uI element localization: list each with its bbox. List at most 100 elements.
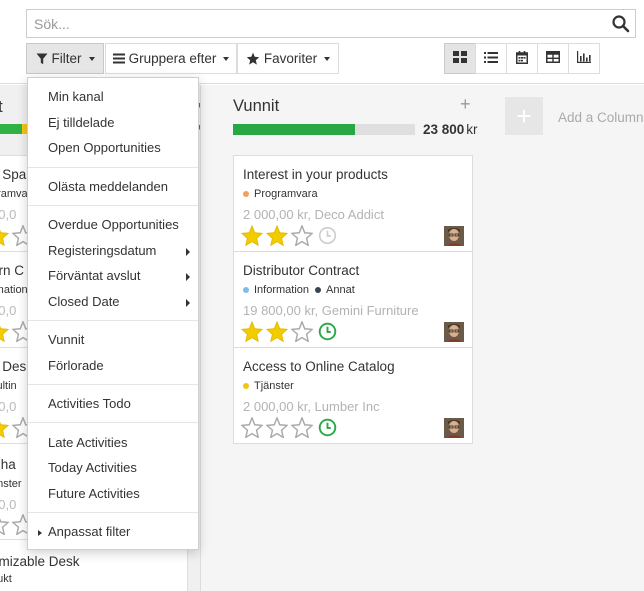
graph-view-button[interactable] (568, 43, 600, 74)
filter-item-forlorade[interactable]: Förlorade (28, 355, 198, 377)
favorites-button-label: Favoriter (263, 51, 318, 66)
filter-item-future-activities[interactable]: Future Activities (28, 483, 198, 505)
filter-item-label: Registeringsdatum (48, 243, 157, 258)
custom-filter-toggle[interactable]: Anpassat filter (28, 521, 198, 543)
card-title: n Spa (0, 167, 27, 182)
priority-stars[interactable] (241, 321, 337, 342)
card-tag: Programvara (254, 188, 318, 200)
filter-item-label: Closed Date (48, 294, 120, 309)
caret-right-icon (38, 530, 42, 536)
groupby-button-label: Gruppera efter (128, 51, 217, 66)
graph-icon (577, 51, 591, 66)
kanban-icon (453, 51, 467, 66)
star-icon[interactable] (0, 321, 9, 342)
add-column-label[interactable]: Add a Column (558, 110, 644, 125)
chevron-down-icon (88, 56, 95, 61)
filter-item-overdue-opportunities[interactable]: Overdue Opportunities (28, 214, 198, 236)
avatar[interactable] (444, 226, 464, 246)
column-title-fragment: t (0, 97, 3, 117)
avatar[interactable] (444, 322, 464, 342)
card-title: Cha (0, 457, 16, 472)
card-tag: Tjänster (254, 380, 294, 392)
progress-bar-fill (233, 124, 355, 135)
card-amount: 2 000,00 kr, Deco Addict (243, 207, 384, 222)
card-title: Interest in your products (243, 167, 388, 182)
clock-icon[interactable] (318, 322, 337, 341)
menu-divider (28, 422, 198, 423)
calendar-view-button[interactable] (506, 43, 538, 74)
star-outline-icon[interactable] (0, 514, 9, 535)
kanban-card[interactable]: Interest in your products Programvara 2 … (233, 155, 473, 252)
card-tags: Programvara (243, 188, 324, 200)
filter-button[interactable]: Filter (26, 43, 104, 74)
star-icon[interactable] (0, 225, 9, 246)
card-amount: 00,0 (0, 207, 17, 222)
filter-icon (36, 53, 48, 65)
filter-dropdown-menu: Min kanal Ej tilldelade Open Opportuniti… (27, 77, 199, 550)
card-amount: 19 800,00 kr, Gemini Furniture (243, 303, 419, 318)
card-tag: Annat (326, 284, 355, 296)
progress-bar-fragment (0, 124, 22, 134)
tag-dot (243, 287, 249, 293)
priority-stars[interactable] (241, 225, 337, 246)
star-outline-icon[interactable] (241, 417, 263, 438)
star-icon[interactable] (266, 321, 288, 342)
filter-item-forvantat-avslut[interactable]: Förväntat avslut (28, 265, 198, 287)
clock-icon[interactable] (318, 418, 337, 437)
search-icon[interactable] (611, 14, 631, 34)
filter-item-activities-todo[interactable]: Activities Todo (28, 393, 198, 415)
avatar[interactable] (444, 418, 464, 438)
filter-item-registeringsdatum[interactable]: Registeringsdatum (28, 240, 198, 262)
column-total-unit: kr (466, 122, 478, 137)
filter-item-open-opportunities[interactable]: Open Opportunities (28, 137, 198, 159)
chevron-right-icon (186, 248, 190, 256)
column-progress-bar[interactable] (233, 124, 415, 135)
control-panel: Filter Gruppera efter Favoriter (0, 0, 644, 84)
kanban-view-button[interactable] (444, 43, 476, 74)
menu-divider (28, 512, 198, 513)
star-icon[interactable] (241, 225, 263, 246)
search-input[interactable] (27, 10, 605, 37)
card-title: Access to Online Catalog (243, 359, 395, 374)
card-tags: Tjänster (243, 380, 300, 392)
star-icon[interactable] (266, 225, 288, 246)
filter-item-late-activities[interactable]: Late Activities (28, 432, 198, 454)
filter-item-label: Förväntat avslut (48, 268, 141, 283)
pivot-icon (546, 51, 560, 66)
clock-icon[interactable] (318, 226, 337, 245)
calendar-icon (516, 50, 528, 67)
priority-stars[interactable] (241, 417, 337, 438)
filter-item-today-activities[interactable]: Today Activities (28, 457, 198, 479)
list-icon (484, 51, 498, 66)
card-title: e Des (0, 359, 27, 374)
tag-dot (315, 287, 322, 293)
card-tag: änster (0, 478, 22, 490)
pivot-view-button[interactable] (537, 43, 569, 74)
menu-divider (28, 167, 198, 168)
groupby-button[interactable]: Gruppera efter (105, 43, 237, 74)
filter-item-unread-messages[interactable]: Olästa meddelanden (28, 176, 198, 198)
star-icon[interactable] (241, 321, 263, 342)
star-outline-icon[interactable] (291, 417, 313, 438)
kanban-card[interactable]: Distributor Contract Information Annat 1… (233, 251, 473, 348)
filter-item-min-kanal[interactable]: Min kanal (28, 86, 198, 108)
list-view-button[interactable] (475, 43, 507, 74)
star-outline-icon[interactable] (266, 417, 288, 438)
column-title[interactable]: Vunnit (233, 97, 279, 116)
kanban-card[interactable]: Access to Online Catalog Tjänster 2 000,… (233, 347, 473, 444)
star-outline-icon[interactable] (291, 321, 313, 342)
filter-item-ej-tilldelade[interactable]: Ej tilldelade (28, 112, 198, 134)
card-amount: 00,0 (0, 303, 17, 318)
favorites-button[interactable]: Favoriter (237, 43, 339, 74)
star-icon[interactable] (0, 417, 9, 438)
chevron-down-icon (223, 56, 230, 61)
star-icon (246, 52, 260, 65)
star-outline-icon[interactable] (291, 225, 313, 246)
add-column-button[interactable]: + (505, 97, 543, 135)
card-title: Distributor Contract (243, 263, 360, 278)
card-list: Interest in your products Programvara 2 … (233, 155, 473, 444)
view-switcher (444, 43, 600, 74)
filter-item-vunnit[interactable]: Vunnit (28, 329, 198, 351)
column-quick-add-button[interactable]: + (460, 95, 471, 113)
filter-item-closed-date[interactable]: Closed Date (28, 291, 198, 313)
